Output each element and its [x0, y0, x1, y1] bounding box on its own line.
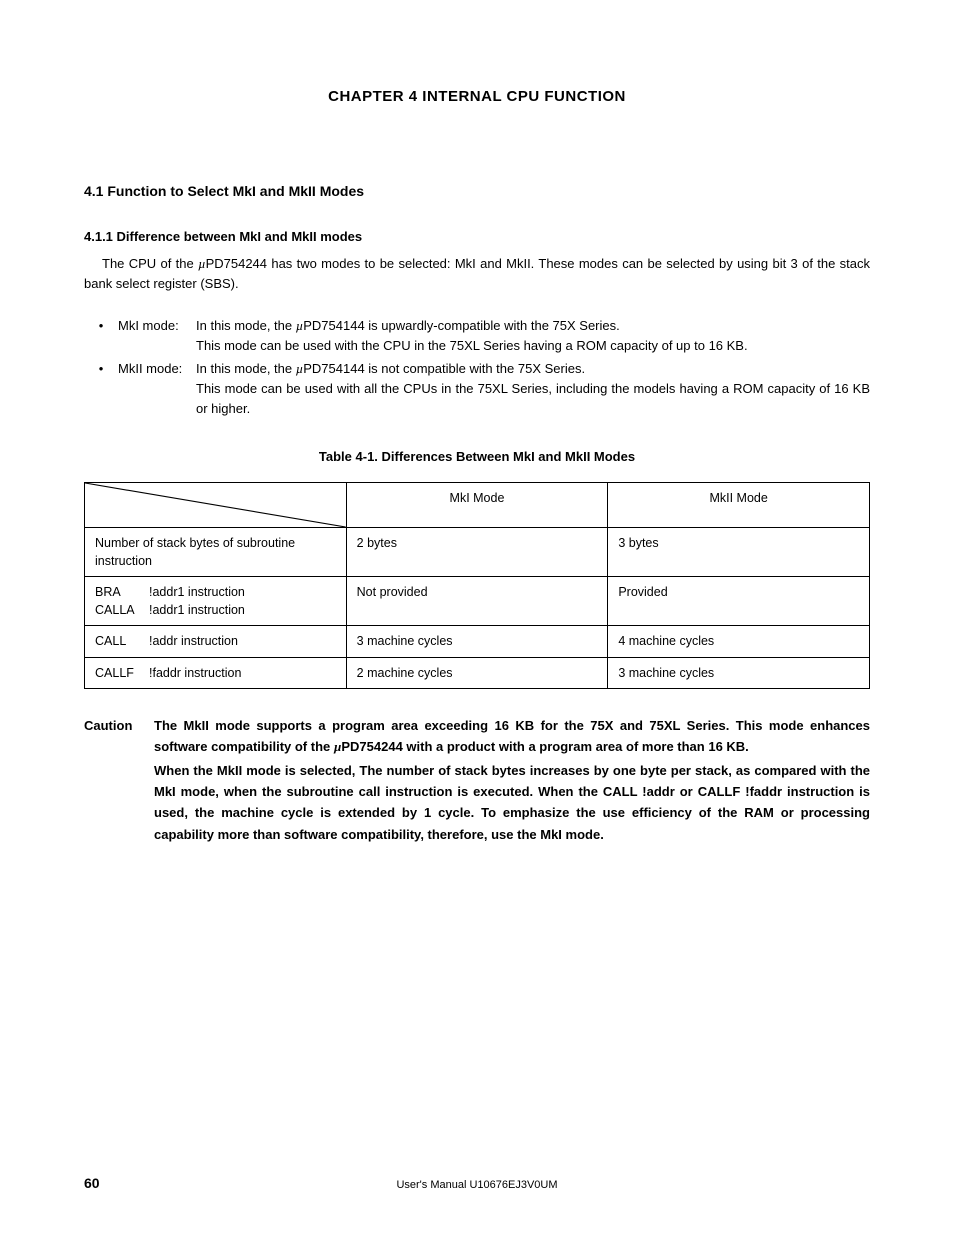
row1-la: BRA	[95, 583, 149, 601]
row3-la: CALLF	[95, 664, 149, 682]
mk2-line2: This mode can be used with all the CPUs …	[196, 381, 870, 416]
intro-paragraph: The CPU of the µPD754244 has two modes t…	[84, 254, 870, 294]
col-mk1: MkI Mode	[346, 482, 608, 527]
table-header-row: MkI Mode MkII Mode	[85, 482, 870, 527]
diag-header-cell	[85, 482, 347, 527]
row0-c2: 3 bytes	[608, 527, 870, 576]
row1-label: BRA!addr1 instruction CALLA!addr1 instru…	[85, 577, 347, 626]
diff-table: MkI Mode MkII Mode Number of stack bytes…	[84, 482, 870, 689]
subsection-title: 4.1.1 Difference between MkI and MkII mo…	[84, 229, 870, 244]
mk2-label: MkII mode:	[118, 359, 196, 419]
row1-lb: !addr1 instruction	[149, 583, 245, 601]
bullet-icon: •	[84, 316, 118, 356]
table-row: BRA!addr1 instruction CALLA!addr1 instru…	[85, 577, 870, 626]
chapter-title: CHAPTER 4 INTERNAL CPU FUNCTION	[84, 88, 870, 105]
mk1-desc: In this mode, the µPD754144 is upwardly-…	[196, 316, 870, 356]
mk1-line2: This mode can be used with the CPU in th…	[196, 338, 748, 353]
row3-c1: 2 machine cycles	[346, 657, 608, 688]
row0-c1: 2 bytes	[346, 527, 608, 576]
table-title: Table 4-1. Differences Between MkI and M…	[84, 449, 870, 464]
caution-label: Caution	[84, 715, 154, 848]
row1-lc: CALLA	[95, 601, 149, 619]
mk2-desc: In this mode, the µPD754144 is not compa…	[196, 359, 870, 419]
mk2-bullet: • MkII mode: In this mode, the µPD754144…	[84, 359, 870, 419]
row2-c2: 4 machine cycles	[608, 626, 870, 657]
row2-lb: !addr instruction	[149, 632, 238, 650]
caution-p2: When the MkII mode is selected, The numb…	[154, 760, 870, 846]
caution-p1b: PD754244 with a product with a program a…	[341, 739, 748, 754]
row3-c2: 3 machine cycles	[608, 657, 870, 688]
intro-text-a: The CPU of the	[102, 256, 198, 271]
mk1-line1b: PD754144 is upwardly-compatible with the…	[303, 318, 620, 333]
table-row: Number of stack bytes of subroutine inst…	[85, 527, 870, 576]
mk1-bullet: • MkI mode: In this mode, the µPD754144 …	[84, 316, 870, 356]
mk2-line1a: In this mode, the	[196, 361, 296, 376]
caution-p1: The MkII mode supports a program area ex…	[154, 715, 870, 758]
footer: 60 User's Manual U10676EJ3V0UM	[84, 1175, 870, 1191]
row2-la: CALL	[95, 632, 149, 650]
table-row: CALLF!faddr instruction 2 machine cycles…	[85, 657, 870, 688]
col-mk2: MkII Mode	[608, 482, 870, 527]
row1-c1: Not provided	[346, 577, 608, 626]
row0-label: Number of stack bytes of subroutine inst…	[85, 527, 347, 576]
row2-c1: 3 machine cycles	[346, 626, 608, 657]
row1-c2: Provided	[608, 577, 870, 626]
section-title: 4.1 Function to Select MkI and MkII Mode…	[84, 183, 870, 199]
row3-lb: !faddr instruction	[149, 664, 241, 682]
row3-label: CALLF!faddr instruction	[85, 657, 347, 688]
mk1-line1a: In this mode, the	[196, 318, 296, 333]
table-row: CALL!addr instruction 3 machine cycles 4…	[85, 626, 870, 657]
mode-bullets: • MkI mode: In this mode, the µPD754144 …	[84, 316, 870, 419]
mk1-label: MkI mode:	[118, 316, 196, 356]
bullet-icon: •	[84, 359, 118, 419]
mu-symbol: µ	[198, 256, 206, 271]
row1-ld: !addr1 instruction	[149, 601, 245, 619]
page: CHAPTER 4 INTERNAL CPU FUNCTION 4.1 Func…	[0, 0, 954, 1235]
caution-body: The MkII mode supports a program area ex…	[154, 715, 870, 848]
caution-block: Caution The MkII mode supports a program…	[84, 715, 870, 848]
page-number: 60	[84, 1175, 144, 1191]
row2-label: CALL!addr instruction	[85, 626, 347, 657]
footer-text: User's Manual U10676EJ3V0UM	[144, 1179, 810, 1191]
mk2-line1b: PD754144 is not compatible with the 75X …	[303, 361, 585, 376]
